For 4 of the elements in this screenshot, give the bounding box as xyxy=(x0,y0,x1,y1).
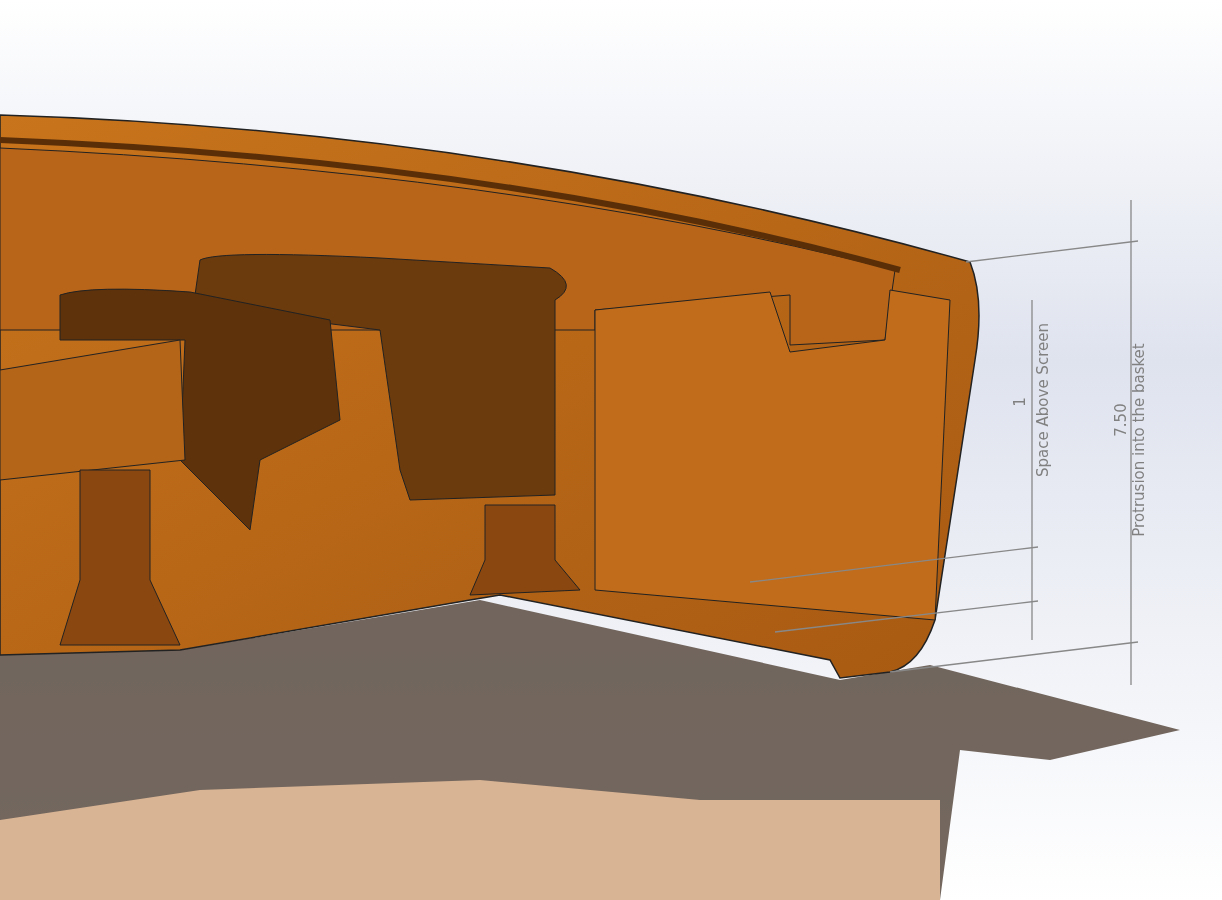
dimension-value: 1 xyxy=(1011,397,1029,407)
dimension-label: Protrusion into the basket xyxy=(1130,343,1148,537)
dimension-label: Space Above Screen xyxy=(1034,323,1052,477)
dimension-value: 7.50 xyxy=(1112,403,1130,437)
